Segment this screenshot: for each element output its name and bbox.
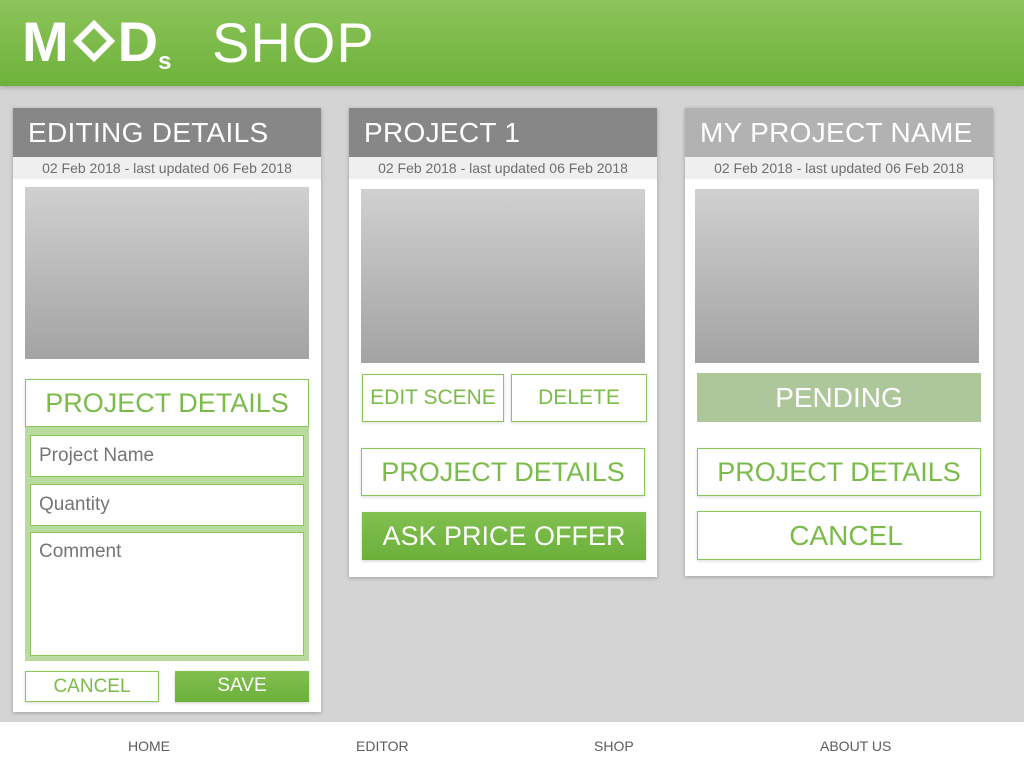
ask-price-offer-button[interactable]: ASK PRICE OFFER [362, 512, 646, 560]
card-title: PROJECT 1 [349, 108, 657, 157]
save-button[interactable]: SAVE [175, 671, 309, 702]
comment-field[interactable] [30, 532, 304, 656]
project-details-button[interactable]: PROJECT DETAILS [361, 448, 645, 496]
logo-diamond-icon [69, 14, 117, 70]
project-details-button[interactable]: PROJECT DETAILS [25, 379, 309, 427]
project-details-form [25, 427, 309, 661]
nav-shop[interactable]: SHOP [594, 738, 634, 754]
quantity-field[interactable] [30, 484, 304, 526]
nav-editor[interactable]: EDITOR [356, 738, 409, 754]
nav-home[interactable]: HOME [128, 738, 170, 754]
cancel-button[interactable]: CANCEL [25, 671, 159, 702]
project-name-field[interactable] [30, 435, 304, 477]
edit-scene-button[interactable]: EDIT SCENE [362, 374, 504, 422]
delete-button[interactable]: DELETE [511, 374, 647, 422]
logo-letter-d: D [117, 10, 158, 73]
project-thumbnail [361, 189, 645, 363]
page-title: SHOP [212, 11, 375, 74]
app-header: M D s SHOP [0, 0, 1024, 86]
nav-about-us[interactable]: ABOUT US [820, 738, 891, 754]
project-thumbnail [25, 187, 309, 359]
logo-letter-s: s [158, 48, 172, 75]
mods-logo[interactable]: M D s [22, 10, 171, 74]
card-dates: 02 Feb 2018 - last updated 06 Feb 2018 [685, 157, 993, 179]
card-title: MY PROJECT NAME [685, 108, 993, 157]
cancel-button[interactable]: CANCEL [697, 511, 981, 560]
project-card-my-project: MY PROJECT NAME 02 Feb 2018 - last updat… [685, 108, 993, 576]
project-thumbnail [695, 189, 979, 363]
footer-nav: HOME EDITOR SHOP ABOUT US [0, 722, 1024, 768]
card-dates: 02 Feb 2018 - last updated 06 Feb 2018 [349, 157, 657, 179]
logo-letter-m: M [22, 10, 69, 73]
card-dates: 02 Feb 2018 - last updated 06 Feb 2018 [13, 157, 321, 179]
project-card-1: PROJECT 1 02 Feb 2018 - last updated 06 … [349, 108, 657, 577]
card-title: EDITING DETAILS [13, 108, 321, 157]
project-details-button[interactable]: PROJECT DETAILS [697, 448, 981, 496]
status-badge: PENDING [697, 373, 981, 422]
project-card-editing: EDITING DETAILS 02 Feb 2018 - last updat… [13, 108, 321, 712]
